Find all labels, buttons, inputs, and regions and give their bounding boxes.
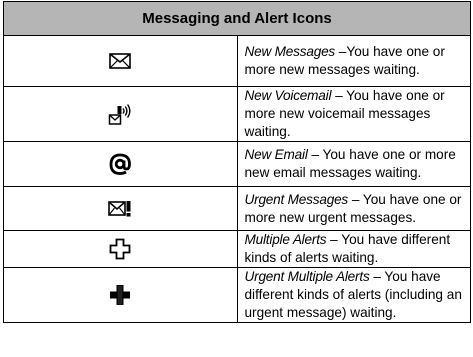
table-row: Multiple Alerts – You have different kin… [3,230,471,268]
voicemail-icon [4,102,237,126]
row-separator: – [348,191,363,207]
table-row: New Email – You have one or more new ema… [3,141,471,187]
row-term: New Email [244,147,308,162]
row-separator: – [307,147,323,162]
urgent-envelope-icon [4,200,237,218]
table-row: New Messages –You have one or more new m… [3,35,471,87]
row-separator: – [331,88,347,103]
table-header: Messaging and Alert Icons [3,1,471,36]
row-term: Urgent Multiple Alerts [244,269,370,284]
table-row: Urgent Multiple Alerts – You have differ… [3,267,471,323]
row-term: New Messages [244,44,336,59]
table-row: New Voicemail – You have one or more new… [3,86,471,142]
multiple-alerts-icon [4,238,237,260]
email-at-icon [4,152,237,176]
row-term: Urgent Messages [244,191,349,207]
row-separator: – [326,232,342,247]
messaging-alert-icons-table: Messaging and Alert Icons New Messages –… [3,1,471,323]
row-separator: – [369,269,385,284]
urgent-multiple-alerts-icon [4,284,237,306]
row-separator: – [335,44,347,59]
envelope-icon [4,53,237,69]
row-term: New Voicemail [244,88,332,103]
row-term: Multiple Alerts [244,232,327,247]
table-row: Urgent Messages – You have one or more n… [3,186,471,231]
